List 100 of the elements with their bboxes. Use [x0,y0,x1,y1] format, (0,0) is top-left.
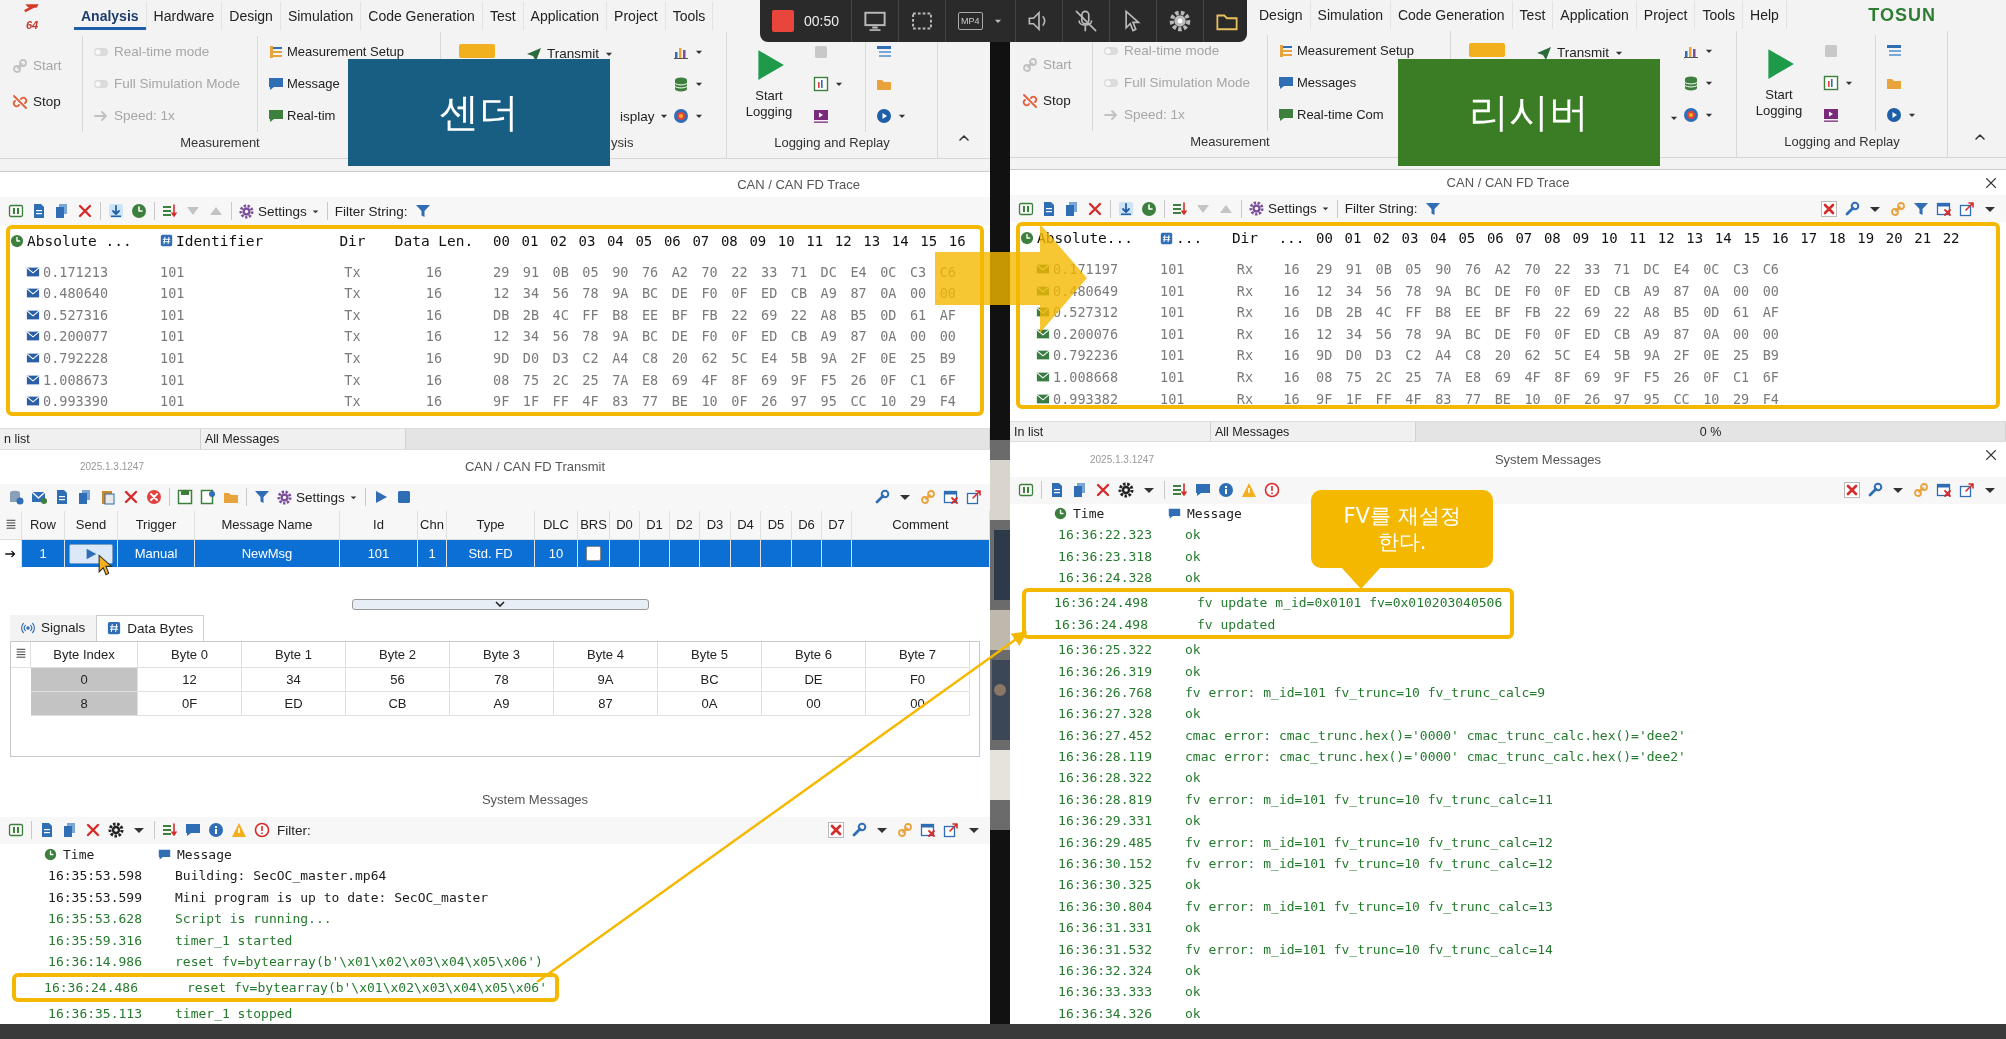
menu-tab[interactable]: Code Generation [1390,1,1513,30]
column-header[interactable]: Byte 0 [138,641,242,668]
settings-button[interactable]: Settings [239,203,320,219]
ribbon-button[interactable]: Measurement Setup [1278,42,1415,59]
column-header[interactable]: D2 [670,511,700,539]
menu-tab[interactable]: Tools [1695,1,1744,30]
panel-title: CAN / CAN FD Transmit [464,459,606,475]
menu-tab[interactable]: Project [1636,1,1696,30]
settings-button[interactable]: Settings [277,489,358,505]
transmit-button[interactable]: Transmit [525,45,670,62]
timestamp: 16:36:35.113 [47,1005,142,1021]
column-header[interactable]: Type [447,511,535,539]
column-header[interactable]: D0 [610,511,640,539]
timestamp: 16:36:24.498 [1053,595,1148,611]
menu-tab[interactable]: Application [523,1,608,30]
column-header[interactable]: Time [1073,506,1105,522]
timestamp: 16:35:53.598 [47,868,142,884]
menu-tab[interactable]: Analysis [74,1,147,30]
tab[interactable]: Signals [10,614,97,641]
menu-tab[interactable]: Design [1252,1,1311,30]
table-cell: 1.008668 [1053,369,1119,385]
table-cell: 34 [242,667,346,692]
display-button[interactable]: isplay [619,108,670,124]
menu-tab[interactable]: Simulation [1310,1,1391,30]
timestamp: 16:36:26.319 [1057,663,1152,679]
ribbon-button[interactable]: Measurement Setup [268,43,405,60]
column-header[interactable]: Message [177,846,232,862]
column-header[interactable]: Message Name [195,511,340,539]
column-header[interactable]: Time [63,846,95,862]
menu-tab[interactable]: Test [482,1,524,30]
start-logging-button[interactable]: Start Logging [1747,46,1811,131]
column-header[interactable]: D3 [700,511,731,539]
column-header[interactable]: Dir [330,232,375,249]
column-header[interactable]: Id [340,511,418,539]
table-cell-text: 16 [424,393,444,410]
column-header[interactable]: Absolute ... [27,232,132,249]
column-header[interactable]: Message [1187,506,1242,522]
table-cell: 0.200077 [43,328,109,345]
settings-button[interactable]: Settings [1249,201,1330,217]
timestamp: 16:36:27.328 [1057,706,1152,722]
table-cell-text: 101 [1160,347,1186,364]
log-message: timer_1 stopped [174,1005,293,1021]
ribbon-button[interactable]: Messages [1278,74,1357,91]
ribbon-button[interactable]: Real-time Com [1278,106,1384,123]
table-cell-text: 16 [424,350,444,367]
column-header[interactable]: ... [1176,230,1203,247]
column-header[interactable]: Byte 1 [242,641,346,668]
row-header: 8 [31,691,138,716]
column-header[interactable]: D5 [761,511,792,539]
column-header[interactable]: Byte 3 [450,641,554,668]
menu-tab[interactable]: Design [222,1,281,30]
ribbon-button[interactable]: Message [268,75,340,92]
menu-tab[interactable]: Application [1553,1,1637,30]
menu-tab[interactable]: Code Generation [361,1,483,30]
table-cell-text: 12 34 56 78 9A BC DE F0 0F ED CB A9 87 0A 00 00 [1316,325,1780,342]
menu-tab[interactable]: Test [1512,1,1554,30]
tab[interactable]: Data Bytes [96,614,205,641]
table-cell-text: 101 [160,350,186,367]
menu-tab[interactable]: Hardware [146,1,223,30]
column-header[interactable]: Byte 2 [346,641,450,668]
start-logging-button[interactable]: Start Logging [737,47,801,132]
column-header[interactable]: Identifier [176,232,264,249]
column-header[interactable]: Send [65,511,118,539]
table-cell-text: 16 [1282,390,1301,406]
menu-tab[interactable]: Tools [665,1,714,30]
format-button[interactable]: MP4 [958,12,983,30]
column-header[interactable]: DLC [535,511,578,539]
menu-tab[interactable]: Simulation [280,1,362,30]
column-header[interactable]: D1 [640,511,670,539]
column-header[interactable]: Byte 6 [762,641,866,668]
table-cell-text: 16 [424,371,444,388]
column-header[interactable]: Row [22,511,65,539]
menu-tab[interactable]: Project [607,1,666,30]
column-header[interactable]: Chn [418,511,447,539]
column-header[interactable]: Trigger [118,511,195,539]
column-header[interactable]: D7 [822,511,852,539]
log-message: ok [1184,663,1201,679]
column-header[interactable]: Data Len. [375,232,493,249]
table-cell-text: 101 [1160,325,1186,342]
table-cell: 0.792228 [43,350,109,367]
stop-button[interactable]: Stop [12,93,82,110]
column-header[interactable]: Dir [1223,230,1267,247]
menu-tab[interactable]: Help [1743,1,1787,30]
timestamp: 16:36:27.452 [1057,727,1152,743]
column-header[interactable]: Byte 4 [554,641,658,668]
column-header[interactable]: Byte 7 [866,641,970,668]
log-message: fv update m_id=0x0101 fv=0x010203040506 [1196,595,1503,611]
transmit-button[interactable]: Transmit [1535,44,1680,61]
log-message: ok [1184,706,1201,722]
column-header[interactable]: Byte 5 [658,641,762,668]
column-header[interactable]: D4 [731,511,761,539]
log-message: reset fv=bytearray(b'\x01\x02\x03\x04\x05\x06' [186,980,548,996]
stop-button[interactable]: Stop [1022,92,1092,109]
column-header[interactable]: D6 [792,511,822,539]
column-header[interactable]: BRS [578,511,610,539]
ribbon-button[interactable]: Real-tim [268,107,336,124]
panel-title: System Messages [1494,452,1602,468]
table-cell: 1 [22,539,65,568]
column-header[interactable]: Byte Index [31,641,138,668]
column-header[interactable]: ... [1267,230,1316,247]
